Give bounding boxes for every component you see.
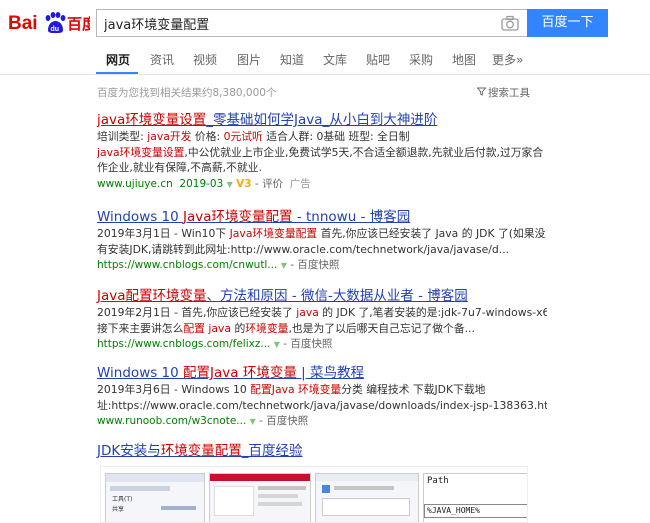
- result-abstract: 培训类型: java开发 价格: 0元试听 适合人群: 0基础 班型: 全日制: [97, 130, 410, 143]
- filter-icon: [477, 87, 486, 96]
- search-tools-label: 搜索工具: [488, 87, 530, 99]
- search-button[interactable]: 百度一下: [527, 9, 608, 37]
- dropdown-arrow-icon[interactable]: ▼: [227, 180, 233, 189]
- result-url[interactable]: www.runoob.com/w3cnote... ▼ - 百度快照: [97, 413, 547, 430]
- tab-web[interactable]: 网页: [106, 51, 130, 68]
- result-title[interactable]: Windows 10 配置Java 环境变量 | 菜鸟教程: [97, 364, 547, 382]
- result-title[interactable]: Windows 10 Java环境变量配置 - tnnowu - 博客园: [97, 208, 547, 226]
- result-item: JDK安装与环境变量配置_百度经验: [97, 442, 547, 460]
- result-abstract: 2019年3月1日 - Win10下 Java环境变量配置 首先,你应该已经安装…: [97, 227, 546, 240]
- result-item: Windows 10 Java环境变量配置 - tnnowu - 博客园 201…: [97, 208, 547, 274]
- result-item: Windows 10 配置Java 环境变量 | 菜鸟教程 2019年3月6日 …: [97, 364, 547, 430]
- result-title[interactable]: JDK安装与环境变量配置_百度经验: [97, 442, 547, 460]
- result-abstract: 2019年2月1日 - 首先,你应该已经安装了 java 的 JDK 了,笔者安…: [97, 306, 547, 319]
- result-url[interactable]: https://www.cnblogs.com/felixz... ▼ - 百度…: [97, 336, 547, 353]
- result-title[interactable]: Java配置环境变量、方法和原因 - 微信-大数据从业者 - 博客园: [97, 287, 547, 305]
- tab-caigou[interactable]: 采购: [409, 51, 433, 68]
- tab-zhidao[interactable]: 知道: [280, 51, 304, 68]
- tab-video[interactable]: 视频: [193, 51, 217, 68]
- search-box[interactable]: [96, 9, 527, 37]
- tab-map[interactable]: 地图: [452, 51, 476, 68]
- screenshot-thumb[interactable]: Path %JAVA_HOME%: [423, 473, 527, 522]
- result-title[interactable]: java环境变量设置_零基础如何学Java_从小白到大神进阶: [97, 111, 547, 129]
- ad-label: 广告: [289, 177, 311, 190]
- v3-badge: V3: [236, 177, 252, 190]
- tab-news[interactable]: 资讯: [150, 51, 174, 68]
- screenshot-thumb[interactable]: [315, 473, 419, 522]
- nav-tabs: 网页 资讯 视频 图片 知道 文库 贴吧 采购 地图 更多»: [0, 45, 650, 75]
- result-abstract: 址:https://www.oracle.com/technetwork/jav…: [97, 398, 547, 412]
- search-input[interactable]: [104, 13, 484, 33]
- tab-tieba[interactable]: 贴吧: [366, 51, 390, 68]
- screenshot-thumb[interactable]: 工具(T) 共享: [105, 473, 205, 522]
- snapshot-link[interactable]: 百度快照: [290, 338, 332, 350]
- dropdown-arrow-icon[interactable]: ▼: [274, 340, 280, 349]
- result-abstract: 有安装JDK,请跳转到此网址:http://www.oracle.com/tec…: [97, 242, 510, 256]
- result-url[interactable]: https://www.cnblogs.com/cnwutl... ▼ - 百度…: [97, 257, 547, 274]
- camera-icon[interactable]: [501, 15, 519, 31]
- header: Bai du 百度 百度一下: [0, 0, 650, 45]
- svg-text:Bai: Bai: [8, 13, 38, 34]
- image-strip: 工具(T) 共享 Path %JAVA_HOME%: [100, 466, 528, 523]
- result-url[interactable]: www.ujiuye.cn 2019-03 ▼ V3 - 评价 广告: [97, 176, 547, 193]
- active-tab-indicator: [96, 72, 138, 74]
- search-tools[interactable]: 搜索工具: [477, 85, 530, 100]
- svg-text:百度: 百度: [67, 15, 90, 33]
- result-abstract: 2019年3月6日 - Windows 10 配置Java 环境变量分类 编程技…: [97, 383, 486, 396]
- tab-more[interactable]: 更多»: [492, 51, 523, 68]
- eval-link[interactable]: 评价: [262, 178, 283, 190]
- result-item-ad: java环境变量设置_零基础如何学Java_从小白到大神进阶 培训类型: jav…: [97, 111, 547, 193]
- tab-wenku[interactable]: 文库: [323, 51, 347, 68]
- baidu-logo[interactable]: Bai du 百度: [8, 8, 90, 36]
- result-abstract: 接下来主要讲怎么配置 java 的环境变量,也是为了以后哪天自己忘记了做个备..…: [97, 321, 475, 335]
- snapshot-link[interactable]: 百度快照: [266, 415, 308, 427]
- snapshot-link[interactable]: 百度快照: [297, 259, 339, 271]
- result-item: Java配置环境变量、方法和原因 - 微信-大数据从业者 - 博客园 2019年…: [97, 287, 547, 353]
- dropdown-arrow-icon[interactable]: ▼: [250, 417, 256, 426]
- screenshot-thumb[interactable]: [209, 473, 311, 522]
- dropdown-arrow-icon[interactable]: ▼: [281, 261, 287, 270]
- svg-text:du: du: [51, 26, 60, 33]
- tab-images[interactable]: 图片: [237, 51, 261, 68]
- result-abstract: java环境变量设置,中公优就业上市企业,免费试学5天,不合适全额退款,先就业后…: [97, 145, 544, 159]
- result-count: 百度为您找到相关结果约8,380,000个: [97, 87, 277, 99]
- result-abstract: 作企业,就业有保障,不高薪,不就业.: [97, 161, 262, 175]
